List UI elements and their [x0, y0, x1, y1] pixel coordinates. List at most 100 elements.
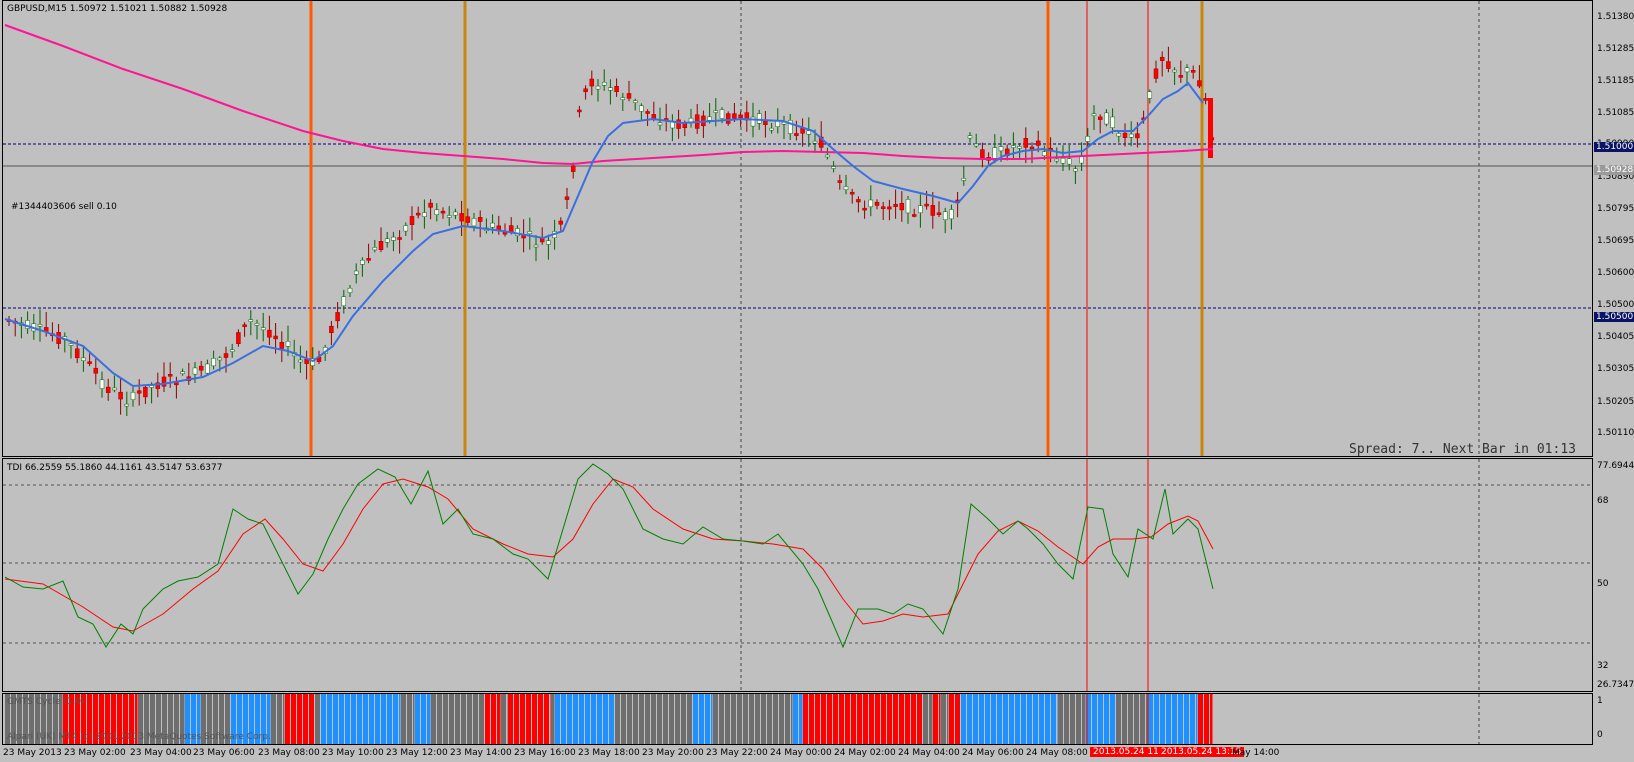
gmts-bar — [1148, 694, 1153, 744]
gmts-bar — [967, 694, 972, 744]
gmts-bar — [303, 694, 308, 744]
gmts-bar — [401, 694, 406, 744]
gmts-bar — [947, 694, 949, 744]
gmts-bar — [887, 694, 892, 744]
bull-candle — [527, 231, 533, 234]
gmts-bar — [532, 694, 537, 744]
gmts-bar — [1204, 694, 1209, 744]
gmts-bar — [621, 694, 626, 744]
time-label: 23 May 10:00 — [322, 748, 384, 758]
gmts-bar — [1166, 694, 1171, 744]
gmts-bar — [857, 694, 862, 744]
gmts-bar — [437, 694, 442, 744]
time-label: 24 May 06:00 — [962, 748, 1024, 758]
gmts-bar — [615, 694, 620, 744]
gmts-bar — [991, 694, 996, 744]
bear-candle — [459, 213, 464, 222]
price-chart-pane[interactable]: GBPUSD,M15 1.50972 1.51021 1.50882 1.509… — [2, 0, 1593, 457]
gmts-bar — [413, 694, 415, 744]
gmts-bar — [443, 694, 448, 744]
gmts-bar — [357, 694, 362, 744]
tdi-tick-32: 32 — [1597, 661, 1609, 671]
bear-candle — [273, 335, 278, 340]
bull-candle — [750, 116, 756, 127]
gmts-bar — [917, 694, 922, 744]
gmts-bar — [719, 694, 724, 744]
gmts-bar — [1015, 694, 1020, 744]
bear-candle — [1159, 56, 1165, 61]
gmts-cycle-pane[interactable]: GMTS Cycle (1.0) Alpari (UK) MT4 (c) 200… — [2, 693, 1593, 745]
bull-candle — [1011, 145, 1016, 148]
gmts-bar — [1039, 694, 1044, 744]
bull-candle — [1060, 158, 1066, 164]
bear-candle — [1178, 75, 1184, 78]
gmts-bar — [961, 694, 966, 744]
bear-candle — [397, 237, 402, 240]
gmts-bar — [761, 694, 766, 744]
gmts-bar — [705, 694, 710, 744]
bear-candle — [856, 199, 861, 203]
bear-candle — [1035, 140, 1041, 146]
gmts-bar — [793, 694, 798, 744]
gmts-bar — [1070, 694, 1075, 744]
gmts-bar — [1184, 694, 1189, 744]
gmts-bar — [497, 694, 501, 744]
gmts-bar — [713, 694, 718, 744]
time-label: 23 May 2013 — [3, 748, 62, 758]
bear-candle — [1153, 68, 1159, 79]
gmts-bar — [369, 694, 374, 744]
price-tick: 1.51185 — [1597, 76, 1634, 86]
tdi-tick-50: 50 — [1597, 579, 1609, 589]
gmts-bar — [321, 694, 326, 744]
bear-candle — [570, 165, 576, 172]
bear-candle — [583, 88, 588, 93]
bear-candle — [651, 114, 657, 119]
bear-candle — [496, 225, 502, 231]
bear-candle — [849, 191, 855, 195]
bear-candle — [1190, 70, 1196, 73]
gmts-bar — [315, 694, 320, 744]
bull-candle — [471, 218, 477, 227]
bull-candle — [1017, 146, 1022, 149]
gmts-header: GMTS Cycle (1.0) — [7, 697, 85, 707]
gmts-bar — [579, 694, 584, 744]
bull-candle — [843, 186, 849, 191]
bull-candle — [756, 113, 762, 124]
gmts-bar — [675, 694, 680, 744]
gmts-bar — [345, 694, 350, 744]
bear-candle — [267, 329, 272, 338]
price-axis[interactable]: 1.513801.512851.511851.510851.509901.508… — [1593, 0, 1634, 457]
gmts-bar — [827, 694, 832, 744]
bull-candle — [285, 341, 291, 347]
gmts-bar — [309, 694, 314, 744]
gmts-bar — [567, 694, 572, 744]
bull-candle — [868, 199, 874, 208]
gmts-bar — [869, 694, 874, 744]
bull-candle — [490, 222, 495, 228]
current-price-tag: 1.50928 — [1594, 165, 1634, 175]
time-axis[interactable]: 23 May 2013 23 May 02:00 23 May 04:00 23… — [0, 745, 1634, 762]
bull-candle — [812, 140, 818, 144]
bear-candle — [763, 120, 768, 125]
gmts-bar — [725, 694, 730, 744]
tdi-indicator-pane[interactable]: TDI 66.2559 55.1860 44.1161 43.5147 53.6… — [2, 458, 1593, 692]
gmts-bar — [791, 694, 793, 744]
time-label: 24 May 00:00 — [770, 748, 832, 758]
gmts-bar — [1064, 694, 1069, 744]
gmts-bar — [949, 694, 954, 744]
tdi-axis[interactable]: 77.6944 68 50 32 26.7347 — [1593, 458, 1634, 692]
gmts-bar — [609, 694, 614, 744]
gmts-axis[interactable]: 1 0 — [1593, 693, 1634, 745]
bear-candle — [645, 111, 650, 114]
gmts-bar — [285, 694, 290, 744]
bull-candle — [391, 236, 396, 241]
level-tag-upper: 1.51000 — [1594, 142, 1634, 152]
bull-candle — [1066, 158, 1072, 165]
gmts-bar — [393, 694, 398, 744]
gmts-bar — [633, 694, 638, 744]
bull-candle — [831, 166, 836, 169]
bear-candle — [93, 367, 99, 374]
bull-candle — [998, 146, 1004, 152]
gmts-bar — [1027, 694, 1032, 744]
bull-candle — [632, 100, 638, 103]
